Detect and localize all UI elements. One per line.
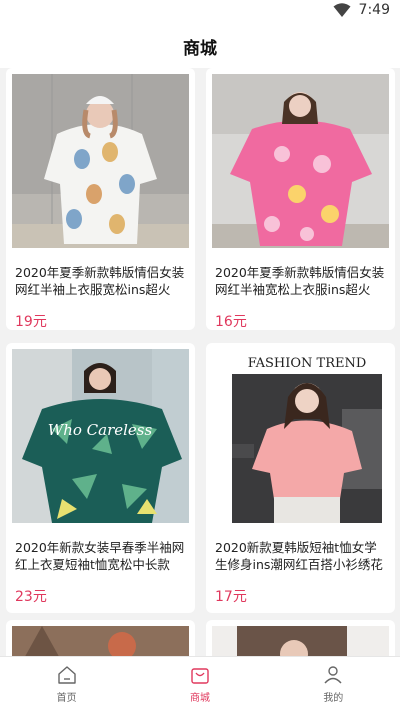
product-card[interactable] — [6, 620, 195, 656]
product-card[interactable]: 2020年夏季新款韩版情侣女装网红半袖上衣服宽松ins超火短... 19元 — [6, 68, 195, 330]
product-price: 16元 — [215, 314, 247, 330]
header: 商城 — [0, 24, 400, 68]
tab-home[interactable]: 首页 — [0, 657, 133, 710]
tab-mall-label: 商城 — [189, 693, 210, 704]
product-name[interactable]: 2020新款夏韩版短袖t恤女学生修身ins潮网红百搭小衫绣花时... — [215, 539, 386, 573]
product-image[interactable] — [212, 74, 389, 248]
tab-mall[interactable]: 商城 — [133, 657, 266, 710]
product-grid[interactable]: 2020年夏季新款韩版情侣女装网红半袖上衣服宽松ins超火短... 19元 20… — [0, 68, 400, 656]
product-name[interactable]: 2020年夏季新款韩版情侣女装网红半袖宽松上衣服ins超火短... — [215, 264, 386, 298]
product-image[interactable] — [12, 626, 189, 656]
product-price: 19元 — [15, 314, 47, 330]
shopping-bag-icon — [191, 668, 209, 684]
bottom-tab-bar: 首页 商城 我的 — [0, 656, 400, 710]
image-banner-text: FASHION TREND — [248, 356, 367, 371]
shirt-print-text: Who Careless — [48, 421, 153, 439]
product-name[interactable]: 2020年新款女装早春季半袖网红上衣夏短袖t恤宽松中长款蹦... — [15, 539, 186, 573]
user-icon — [324, 666, 342, 684]
product-name[interactable]: 2020年夏季新款韩版情侣女装网红半袖上衣服宽松ins超火短... — [15, 264, 186, 298]
status-time: 7:49 — [358, 2, 390, 18]
product-card[interactable]: FASHION TREND 2020新款夏韩版短袖t恤女学生修身ins潮网红百搭… — [206, 343, 395, 613]
product-card[interactable] — [206, 620, 395, 656]
product-price: 23元 — [15, 589, 47, 605]
tab-mine[interactable]: 我的 — [267, 657, 400, 710]
wifi-icon — [333, 3, 351, 17]
home-icon — [57, 666, 76, 684]
product-image[interactable]: FASHION TREND — [212, 349, 389, 523]
product-card[interactable]: 2020年夏季新款韩版情侣女装网红半袖宽松上衣服ins超火短... 16元 — [206, 68, 395, 330]
product-image[interactable] — [212, 626, 389, 656]
page-title: 商城 — [183, 38, 217, 59]
product-card[interactable]: Who Careless 2020年新款女装早春季半袖网红上衣夏短袖t恤宽松中长… — [6, 343, 195, 613]
tab-home-label: 首页 — [56, 693, 77, 704]
product-image[interactable] — [12, 74, 189, 248]
status-bar: 7:49 — [0, 0, 400, 24]
product-image[interactable]: Who Careless — [12, 349, 189, 523]
tab-mine-label: 我的 — [323, 693, 344, 704]
status-indicators: 7:49 — [333, 2, 390, 18]
product-price: 17元 — [215, 589, 247, 605]
